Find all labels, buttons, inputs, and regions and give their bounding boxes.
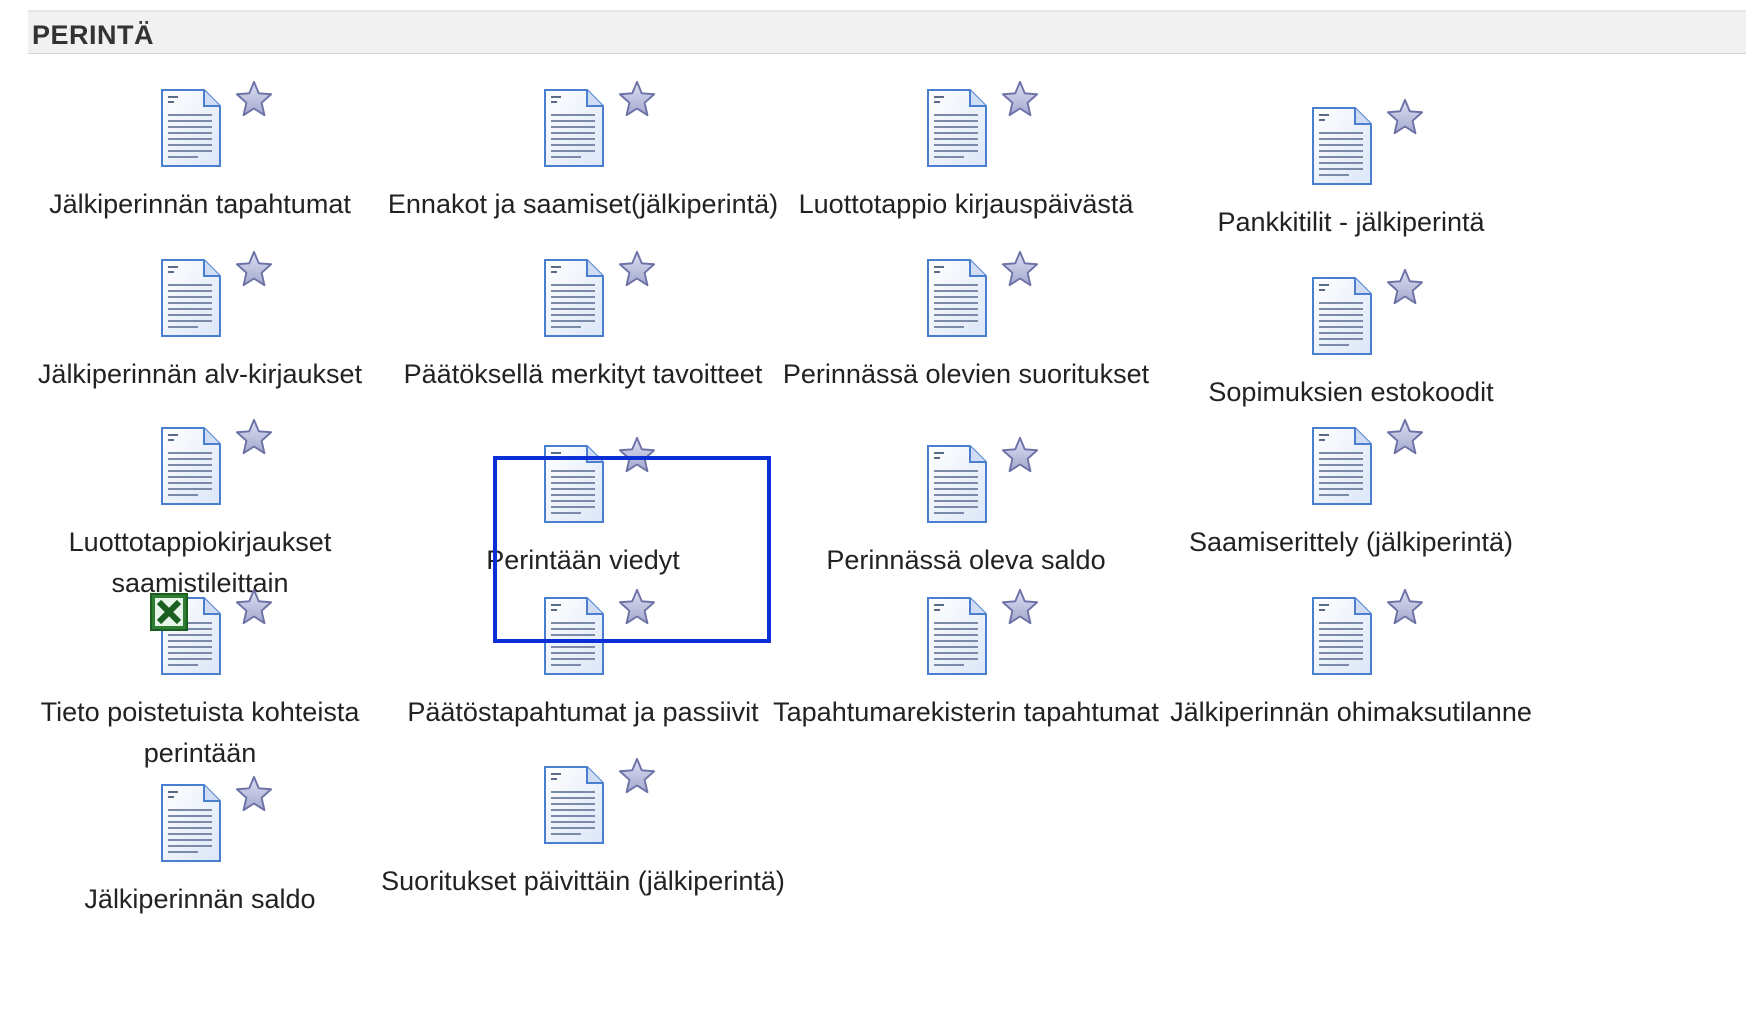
report-label[interactable]: Jälkiperinnän tapahtumat bbox=[0, 184, 415, 225]
report-document-icon[interactable] bbox=[926, 258, 988, 338]
report-label[interactable]: Päätöksellä merkityt tavoitteet bbox=[368, 354, 798, 395]
report-icon-group bbox=[518, 757, 648, 847]
report-icon-group bbox=[1286, 418, 1416, 508]
report-label[interactable]: Jälkiperinnän alv-kirjaukset bbox=[0, 354, 415, 395]
report-icon-group bbox=[518, 250, 648, 340]
favorite-star-icon[interactable] bbox=[1001, 80, 1039, 118]
report-icon-group bbox=[901, 250, 1031, 340]
report-icon-group bbox=[1286, 98, 1416, 188]
favorite-star-icon[interactable] bbox=[618, 436, 656, 474]
favorite-star-icon[interactable] bbox=[235, 250, 273, 288]
report-item[interactable]: Luottotappio kirjauspäivästä bbox=[751, 80, 1181, 225]
excel-icon bbox=[150, 593, 188, 631]
report-label[interactable]: Tieto poistetuista kohteista perintään bbox=[0, 692, 415, 774]
report-item[interactable]: Jälkiperinnän tapahtumat bbox=[0, 80, 415, 225]
report-document-icon[interactable] bbox=[1311, 276, 1373, 356]
report-item[interactable]: Suoritukset päivittäin (jälkiperintä) bbox=[368, 757, 798, 902]
report-icon-group bbox=[135, 588, 265, 678]
report-item[interactable]: Perintään viedyt bbox=[368, 436, 798, 581]
report-label[interactable]: Perintään viedyt bbox=[368, 540, 798, 581]
report-label[interactable]: Päätöstapahtumat ja passiivit bbox=[368, 692, 798, 733]
report-document-icon[interactable] bbox=[543, 596, 605, 676]
report-item[interactable]: Tieto poistetuista kohteista perintään bbox=[0, 588, 415, 774]
report-item[interactable]: Päätöksellä merkityt tavoitteet bbox=[368, 250, 798, 395]
report-icon-group bbox=[518, 80, 648, 170]
report-item[interactable]: Perinnässä oleva saldo bbox=[751, 436, 1181, 581]
report-document-icon[interactable] bbox=[1311, 596, 1373, 676]
report-document-icon[interactable] bbox=[160, 88, 222, 168]
report-document-icon[interactable] bbox=[926, 444, 988, 524]
report-label[interactable]: Saamiserittely (jälkiperintä) bbox=[1136, 522, 1566, 563]
report-label[interactable]: Luottotappio kirjauspäivästä bbox=[751, 184, 1181, 225]
report-document-icon[interactable] bbox=[926, 88, 988, 168]
report-item[interactable]: Tapahtumarekisterin tapahtumat bbox=[751, 588, 1181, 733]
report-item[interactable]: Pankkitilit - jälkiperintä bbox=[1136, 98, 1566, 243]
favorite-star-icon[interactable] bbox=[1001, 250, 1039, 288]
favorite-star-icon[interactable] bbox=[618, 757, 656, 795]
favorite-star-icon[interactable] bbox=[618, 80, 656, 118]
report-icon-group bbox=[901, 80, 1031, 170]
report-document-icon[interactable] bbox=[543, 765, 605, 845]
favorite-star-icon[interactable] bbox=[235, 775, 273, 813]
favorite-star-icon[interactable] bbox=[235, 588, 273, 626]
report-document-icon[interactable] bbox=[160, 258, 222, 338]
report-document-icon[interactable] bbox=[543, 258, 605, 338]
favorite-star-icon[interactable] bbox=[1386, 98, 1424, 136]
report-item[interactable]: Sopimuksien estokoodit bbox=[1136, 268, 1566, 413]
favorite-star-icon[interactable] bbox=[235, 418, 273, 456]
favorite-star-icon[interactable] bbox=[1001, 588, 1039, 626]
report-label[interactable]: Pankkitilit - jälkiperintä bbox=[1136, 202, 1566, 243]
report-document-icon[interactable] bbox=[1311, 426, 1373, 506]
report-icon-group bbox=[1286, 588, 1416, 678]
report-label[interactable]: Tapahtumarekisterin tapahtumat bbox=[751, 692, 1181, 733]
favorite-star-icon[interactable] bbox=[235, 80, 273, 118]
report-icon-group bbox=[135, 418, 265, 508]
report-label[interactable]: Jälkiperinnän saldo bbox=[0, 879, 415, 920]
report-icon-group bbox=[135, 775, 265, 865]
report-document-icon[interactable] bbox=[543, 88, 605, 168]
report-item[interactable]: Jälkiperinnän alv-kirjaukset bbox=[0, 250, 415, 395]
report-icon-group bbox=[135, 250, 265, 340]
report-label[interactable]: Perinnässä olevien suoritukset bbox=[751, 354, 1181, 395]
report-label[interactable]: Sopimuksien estokoodit bbox=[1136, 372, 1566, 413]
report-document-icon[interactable] bbox=[160, 783, 222, 863]
report-item[interactable]: Päätöstapahtumat ja passiivit bbox=[368, 588, 798, 733]
favorite-star-icon[interactable] bbox=[1386, 418, 1424, 456]
report-icon-group bbox=[1286, 268, 1416, 358]
report-document-icon[interactable] bbox=[1311, 106, 1373, 186]
report-document-icon[interactable] bbox=[160, 426, 222, 506]
section-title: PERINTÄ bbox=[32, 20, 155, 50]
report-item[interactable]: Ennakot ja saamiset(jälkiperintä) bbox=[368, 80, 798, 225]
report-icon-group bbox=[901, 436, 1031, 526]
favorite-star-icon[interactable] bbox=[618, 588, 656, 626]
report-item[interactable]: Luottotappiokirjaukset saamistileittain bbox=[0, 418, 415, 604]
report-icon-group bbox=[901, 588, 1031, 678]
report-document-icon[interactable] bbox=[926, 596, 988, 676]
report-item[interactable]: Jälkiperinnän ohimaksutilanne bbox=[1136, 588, 1566, 733]
report-item[interactable]: Saamiserittely (jälkiperintä) bbox=[1136, 418, 1566, 563]
report-document-icon[interactable] bbox=[543, 444, 605, 524]
report-item[interactable]: Jälkiperinnän saldo bbox=[0, 775, 415, 920]
report-label[interactable]: Perinnässä oleva saldo bbox=[751, 540, 1181, 581]
report-item[interactable]: Perinnässä olevien suoritukset bbox=[751, 250, 1181, 395]
favorite-star-icon[interactable] bbox=[618, 250, 656, 288]
report-label[interactable]: Suoritukset päivittäin (jälkiperintä) bbox=[368, 861, 798, 902]
report-icon-group bbox=[518, 588, 648, 678]
report-icon-group bbox=[518, 436, 648, 526]
favorite-star-icon[interactable] bbox=[1386, 268, 1424, 306]
report-label[interactable]: Ennakot ja saamiset(jälkiperintä) bbox=[368, 184, 798, 225]
report-icon-group bbox=[135, 80, 265, 170]
favorite-star-icon[interactable] bbox=[1001, 436, 1039, 474]
report-label[interactable]: Jälkiperinnän ohimaksutilanne bbox=[1136, 692, 1566, 733]
favorite-star-icon[interactable] bbox=[1386, 588, 1424, 626]
section-header: PERINTÄ bbox=[28, 10, 1746, 54]
